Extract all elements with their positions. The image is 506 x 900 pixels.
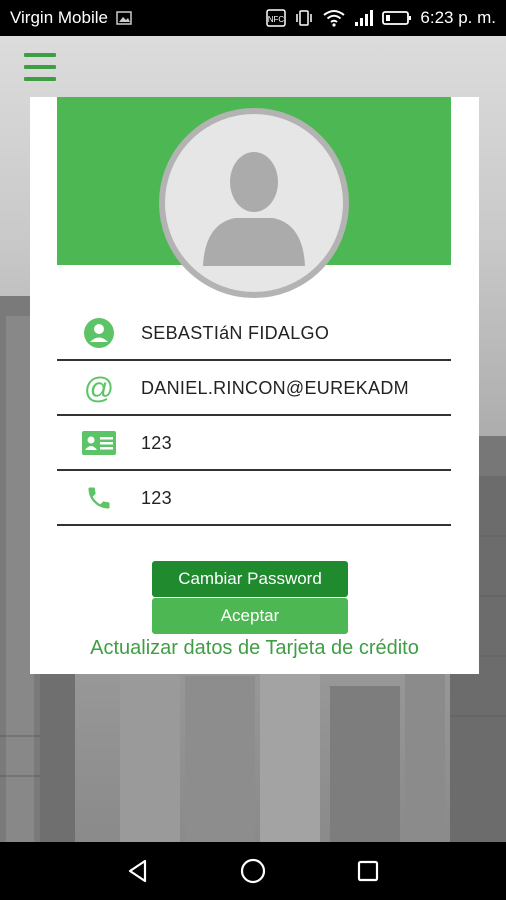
- svg-text:NFC: NFC: [268, 15, 285, 24]
- signal-icon: [354, 9, 374, 27]
- email-value: DANIEL.RINCON@EUREKADM: [141, 377, 409, 398]
- profile-card: SEBASTIáN FIDALGO @ DANIEL.RINCON@EUREKA…: [30, 97, 479, 674]
- hamburger-menu-icon[interactable]: [24, 53, 56, 81]
- svg-text:@: @: [84, 372, 114, 404]
- home-icon[interactable]: [233, 851, 273, 891]
- name-field[interactable]: SEBASTIáN FIDALGO: [57, 307, 451, 361]
- user-silhouette-icon[interactable]: [159, 108, 349, 298]
- back-icon[interactable]: [118, 851, 158, 891]
- battery-icon: [382, 10, 412, 26]
- image-icon: [116, 11, 132, 25]
- status-bar: Virgin Mobile NFC 6:23 p. m.: [0, 0, 506, 36]
- email-field[interactable]: @ DANIEL.RINCON@EUREKADM: [57, 362, 451, 416]
- id-value: 123: [141, 432, 172, 453]
- carrier-name: Virgin Mobile: [10, 8, 108, 27]
- at-sign-icon: @: [57, 372, 141, 404]
- navigation-bar: [0, 842, 506, 900]
- nfc-icon: NFC: [266, 9, 287, 27]
- user-circle-icon: [57, 316, 141, 350]
- status-time: 6:23 p. m.: [420, 8, 496, 27]
- wifi-icon: [322, 9, 346, 27]
- change-password-button[interactable]: Cambiar Password: [152, 561, 348, 597]
- phone-value: 123: [141, 487, 172, 508]
- id-card-icon: [57, 429, 141, 457]
- phone-field[interactable]: 123: [57, 472, 451, 526]
- id-field[interactable]: 123: [57, 417, 451, 471]
- name-value: SEBASTIáN FIDALGO: [141, 322, 330, 343]
- recents-icon[interactable]: [348, 851, 388, 891]
- accept-button[interactable]: Aceptar: [152, 598, 348, 634]
- phone-icon: [57, 484, 141, 512]
- vibrate-icon: [294, 9, 314, 27]
- update-card-link[interactable]: Actualizar datos de Tarjeta de crédito: [30, 637, 479, 660]
